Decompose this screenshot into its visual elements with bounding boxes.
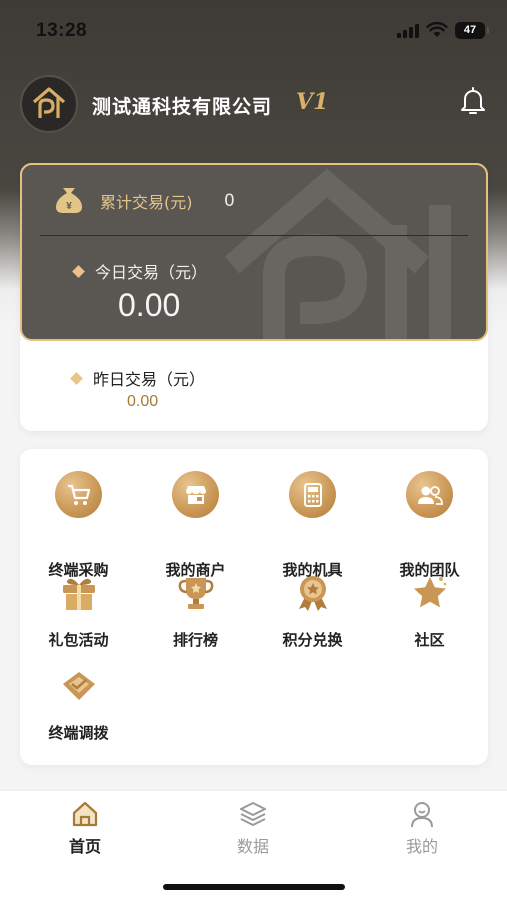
feature-menu-card: 终端采购 我的商户 我的机具 我的团队 礼包活动 排行榜 积分兑换 社区 终端调… xyxy=(20,449,488,765)
diamond-bullet-icon xyxy=(72,265,85,278)
shop-icon xyxy=(172,471,219,518)
tab-data-label: 数据 xyxy=(236,837,269,856)
status-bar: 13:28 47 xyxy=(0,0,507,60)
logo-watermark xyxy=(224,168,451,339)
menu-item-my-merchants[interactable]: 我的商户 xyxy=(137,471,254,579)
money-bag-icon: ¥ xyxy=(56,188,82,213)
menu-item-my-devices[interactable]: 我的机具 xyxy=(254,471,371,579)
gift-icon xyxy=(55,569,102,616)
today-transaction-value: 0.00 xyxy=(118,287,181,323)
star-icon xyxy=(406,569,453,616)
menu-item-points-exchange[interactable]: 积分兑换 xyxy=(254,569,371,659)
diamond-icon xyxy=(55,662,102,709)
menu-item-label: 积分兑换 xyxy=(282,631,343,649)
menu-item-terminal-transfer[interactable]: 终端调拨 xyxy=(20,662,137,752)
home-icon xyxy=(35,799,135,829)
status-time: 13:28 xyxy=(36,20,88,41)
today-transaction-label-row: 今日交易（元） xyxy=(72,259,208,283)
team-icon xyxy=(406,471,453,518)
today-transaction-label: 今日交易（元） xyxy=(95,263,208,282)
divider xyxy=(40,235,468,236)
avatar[interactable] xyxy=(20,75,78,133)
menu-item-label: 社区 xyxy=(414,631,445,649)
transaction-summary-card: ¥ 累计交易(元) 0 今日交易（元） 0.00 昨日交易（元） 0.00 xyxy=(20,163,488,431)
signal-icon xyxy=(397,24,423,38)
menu-item-label: 终端调拨 xyxy=(48,724,109,742)
home-indicator[interactable] xyxy=(163,884,345,890)
menu-item-community[interactable]: 社区 xyxy=(371,569,488,659)
battery-icon: 47 xyxy=(455,22,489,39)
trophy-icon xyxy=(172,569,219,616)
menu-item-label: 礼包活动 xyxy=(48,631,109,649)
menu-item-label: 排行榜 xyxy=(172,631,218,649)
menu-item-gift-activity[interactable]: 礼包活动 xyxy=(20,569,137,659)
tab-data[interactable]: 数据 xyxy=(203,799,303,857)
diamond-bullet-icon xyxy=(70,372,83,385)
cumulative-transaction-value: 0 xyxy=(224,191,235,211)
svg-text:¥: ¥ xyxy=(66,201,72,212)
user-icon xyxy=(372,799,472,829)
layers-icon xyxy=(203,799,303,829)
yesterday-transaction-label: 昨日交易（元） xyxy=(93,370,206,389)
pos-terminal-icon xyxy=(289,471,336,518)
tab-mine[interactable]: 我的 xyxy=(372,799,472,857)
today-transaction-panel: ¥ 累计交易(元) 0 今日交易（元） 0.00 xyxy=(20,163,488,341)
medal-icon xyxy=(289,569,336,616)
yesterday-transaction-label-row: 昨日交易（元） xyxy=(70,366,206,390)
menu-item-terminal-purchase[interactable]: 终端采购 xyxy=(20,471,137,579)
yesterday-transaction-value: 0.00 xyxy=(127,393,159,410)
tab-home[interactable]: 首页 xyxy=(35,799,135,857)
company-name: 测试通科技有限公司 xyxy=(92,96,273,118)
vip-badge: V1 xyxy=(296,89,329,115)
cumulative-transaction-label: 累计交易(元) xyxy=(100,193,193,212)
tab-home-label: 首页 xyxy=(68,837,101,856)
menu-item-leaderboard[interactable]: 排行榜 xyxy=(137,569,254,659)
logo-icon xyxy=(32,87,66,118)
tab-mine-label: 我的 xyxy=(405,837,438,856)
wifi-icon xyxy=(426,21,448,37)
bell-icon[interactable] xyxy=(460,86,486,116)
menu-item-my-team[interactable]: 我的团队 xyxy=(371,471,488,579)
cart-icon xyxy=(55,471,102,518)
